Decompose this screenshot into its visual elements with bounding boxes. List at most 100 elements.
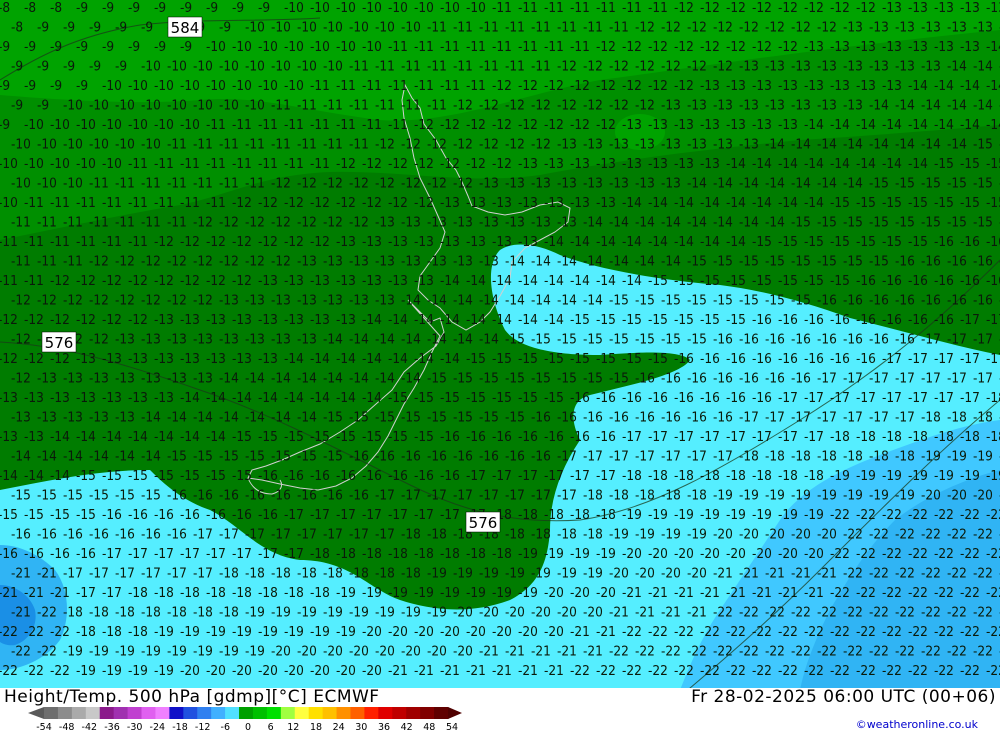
temperature-value: -15	[674, 273, 694, 289]
temperature-value: -15	[778, 273, 798, 289]
temperature-value: -14	[50, 429, 70, 445]
temperature-value: -19	[154, 624, 174, 640]
temperature-value: -21	[440, 663, 460, 679]
temperature-value: -14	[791, 176, 811, 192]
temperature-value: -15	[635, 332, 655, 348]
temperature-value: -15	[232, 468, 252, 484]
temperature-value: -14	[245, 410, 265, 426]
temperature-value: -15	[895, 176, 915, 192]
temperature-value: -13	[713, 137, 733, 153]
temperature-value: -10	[206, 39, 226, 55]
temperature-value: -17	[947, 371, 967, 387]
temperature-value: -22	[830, 546, 850, 562]
scale-swatch	[225, 707, 240, 719]
temperature-value: -13	[219, 293, 239, 309]
temperature-value: -18	[921, 410, 941, 426]
temperature-value: -22	[0, 663, 18, 679]
temperature-value: -14	[752, 156, 772, 172]
temperature-value: -13	[739, 59, 759, 75]
temperature-value: -20	[258, 663, 278, 679]
temperature-value: -11	[349, 137, 369, 153]
temperature-value: -15	[50, 507, 70, 523]
temperature-value: -16	[557, 410, 577, 426]
temperature-value: -15	[258, 429, 278, 445]
temperature-value: -22	[570, 663, 590, 679]
temperature-value: -18	[401, 566, 421, 582]
temperature-value: -9	[115, 59, 127, 75]
temperature-value: -10	[102, 117, 122, 133]
temperature-value: -22	[882, 546, 902, 562]
temperature-value: -22	[986, 546, 1000, 562]
height-label-576-south: 576	[469, 514, 498, 532]
temperature-value: -14	[37, 449, 57, 465]
temperature-value: -19	[908, 468, 928, 484]
temperature-value: -12	[726, 39, 746, 55]
temperature-value: -22	[11, 644, 31, 660]
temperature-value: -16	[648, 390, 668, 406]
temperature-value: -17	[804, 429, 824, 445]
temperature-value: -18	[154, 585, 174, 601]
temperature-value: -15	[973, 176, 993, 192]
temperature-value: -18	[986, 390, 1000, 406]
temperature-value: -16	[206, 507, 226, 523]
temperature-value: -15	[830, 195, 850, 211]
temperature-value: -18	[362, 546, 382, 562]
temperature-value: -21	[557, 644, 577, 660]
temperature-value: -10	[167, 59, 187, 75]
temperature-value: -19	[63, 644, 83, 660]
temperature-value: -12	[830, 0, 850, 16]
temperature-value: -19	[141, 644, 161, 660]
temperature-value: -16	[713, 410, 733, 426]
temperature-value: -13	[921, 20, 941, 36]
temperature-value: -14	[349, 371, 369, 387]
temperature-value: -21	[713, 566, 733, 582]
temperature-value: -13	[609, 176, 629, 192]
temperature-value: -9	[37, 20, 49, 36]
temperature-value: -14	[973, 59, 993, 75]
temperature-value: -18	[219, 566, 239, 582]
temperature-value: -14	[401, 293, 421, 309]
temperature-value: -15	[427, 410, 447, 426]
temperature-value: -9	[50, 78, 62, 94]
temperature-value: -13	[193, 332, 213, 348]
temperature-value: -14	[0, 468, 18, 484]
temperature-value: -14	[401, 332, 421, 348]
temperature-value: -13	[115, 410, 135, 426]
temperature-value: -13	[11, 410, 31, 426]
temperature-value: -22	[661, 644, 681, 660]
temperature-value: -11	[453, 59, 473, 75]
temperature-value: -16	[843, 332, 863, 348]
temperature-value: -20	[440, 624, 460, 640]
temperature-value: -13	[973, 20, 993, 36]
temperature-value: -15	[401, 410, 421, 426]
temperature-value: -14	[310, 390, 330, 406]
temperature-value: -12	[258, 234, 278, 250]
temperature-value: -14	[843, 137, 863, 153]
temperature-value: -18	[518, 507, 538, 523]
temperature-value: -22	[986, 585, 1000, 601]
temperature-value: -13	[414, 273, 434, 289]
temperature-value: -12	[817, 20, 837, 36]
temperature-value: -17	[973, 371, 993, 387]
temperature-value: -21	[765, 566, 785, 582]
scale-swatch	[44, 707, 59, 719]
temperature-value: -20	[388, 624, 408, 640]
credit-link[interactable]: ©weatheronline.co.uk	[856, 718, 979, 731]
temperature-value: -10	[89, 137, 109, 153]
temperature-value: -15	[661, 293, 681, 309]
temperature-value: -15	[856, 195, 876, 211]
temperature-value: -11	[24, 273, 44, 289]
temperature-value: -14	[466, 273, 486, 289]
temperature-value: -13	[622, 156, 642, 172]
temperature-value: -18	[180, 585, 200, 601]
temperature-value: -12	[310, 195, 330, 211]
temperature-value: -14	[505, 254, 525, 270]
temperature-value: -17	[609, 449, 629, 465]
temperature-value: -17	[271, 527, 291, 543]
temperature-value: -21	[791, 566, 811, 582]
temperature-value: -22	[908, 507, 928, 523]
temperature-value: -12	[0, 351, 18, 367]
temperature-value: -18	[232, 585, 252, 601]
temperature-value: -15	[505, 410, 525, 426]
temperature-value: -20	[817, 527, 837, 543]
